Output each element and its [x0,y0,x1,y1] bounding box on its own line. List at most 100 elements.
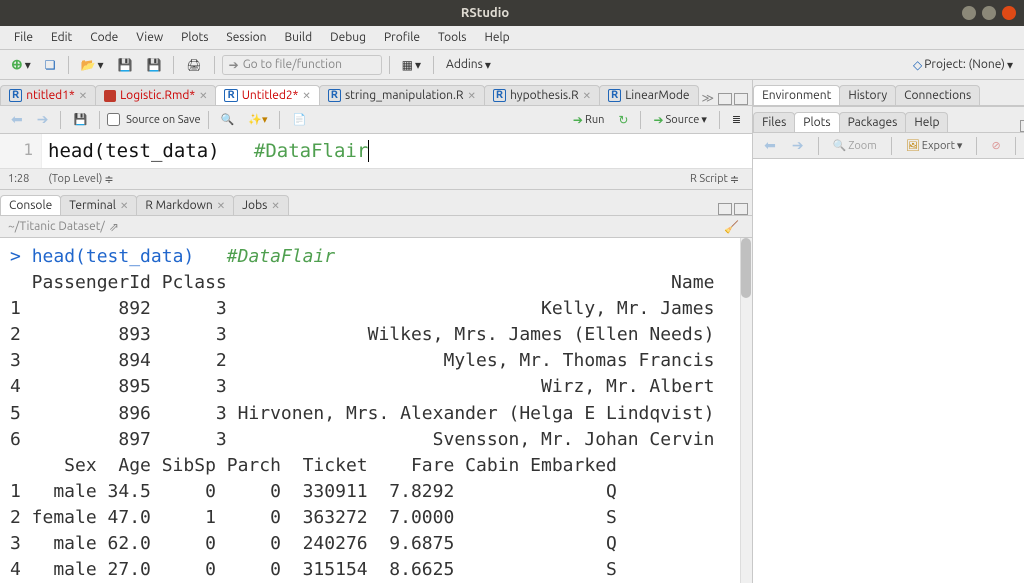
close-icon[interactable]: ✕ [302,90,310,102]
addins-button[interactable]: Addins ▾ [441,55,496,75]
code-editor[interactable]: 1 head(test_data) #DataFlair [0,134,752,168]
menu-plots[interactable]: Plots [173,29,216,46]
save-button[interactable]: 💾 [113,55,138,75]
tab-files[interactable]: Files [753,112,795,132]
print-button[interactable]: 🖨 [181,55,206,75]
minimize-pane-icon[interactable] [718,203,732,215]
run-arrow-icon: ➔ [573,113,583,127]
project-icon: ◇ [913,58,922,72]
open-file-button[interactable]: 📂▾ [76,55,109,75]
close-icon[interactable]: ✕ [199,90,207,102]
code-text: head(test_data) [48,140,220,162]
source-on-save-checkbox[interactable] [107,113,120,126]
menu-help[interactable]: Help [476,29,517,46]
tab-untitled1[interactable]: Rntitled1*✕ [0,85,96,105]
close-icon[interactable]: ✕ [217,200,225,212]
goto-file-input[interactable]: ➔Go to file/function [222,55,382,75]
tab-linear-model[interactable]: RLinearMode [599,85,699,105]
menu-session[interactable]: Session [218,29,274,46]
console-output[interactable]: > head(test_data) #DataFlair PassengerId… [0,238,752,583]
menu-profile[interactable]: Profile [376,29,428,46]
menu-code[interactable]: Code [82,29,126,46]
close-icon[interactable]: ✕ [467,90,475,102]
run-button[interactable]: ➔Run [568,110,609,130]
scroll-thumb[interactable] [741,238,751,298]
tab-logistic-rmd[interactable]: Logistic.Rmd*✕ [95,85,216,105]
plot-next-button[interactable]: ➔ [787,134,809,157]
loop-icon: ↻ [618,113,628,127]
tab-plots[interactable]: Plots [794,112,839,132]
back-button[interactable]: ⬅ [6,108,28,131]
compile-report-button[interactable]: 📄 [287,110,311,129]
output-row: 1 male 34.5 0 0 330911 7.8292 Q [10,481,617,502]
remove-plot-button[interactable]: ⊘ [986,136,1005,155]
menubar: File Edit Code View Plots Session Build … [0,26,1024,50]
close-icon[interactable]: ✕ [79,90,87,102]
output-row: 2 893 3 Wilkes, Mrs. James (Ellen Needs) [10,324,714,345]
project-menu[interactable]: ◇ Project: (None) ▾ [908,55,1018,75]
find-button[interactable]: 🔍 [216,110,240,129]
output-row: 6 897 3 Svensson, Mr. Johan Cervin [10,429,714,450]
tab-connections[interactable]: Connections [895,85,980,105]
window-title: RStudio [8,6,962,20]
close-icon[interactable]: ✕ [583,90,591,102]
source-save-button[interactable]: 💾 [68,110,92,129]
wand-button[interactable]: ✨▾ [243,110,272,129]
menu-edit[interactable]: Edit [43,29,80,46]
output-row: 5 896 3 Hirvonen, Mrs. Alexander (Helga … [10,403,714,424]
minimize-pane-icon[interactable] [718,93,732,105]
tab-terminal[interactable]: Terminal✕ [60,195,137,215]
cursor-position: 1:28 [8,173,29,185]
minimize-button[interactable] [962,6,976,20]
menu-debug[interactable]: Debug [322,29,374,46]
source-on-save-label: Source on Save [126,114,200,126]
gutter: 1 [0,134,42,168]
close-icon[interactable]: ✕ [271,200,279,212]
clear-console-button[interactable]: 🧹 [719,217,744,237]
maximize-button[interactable] [982,6,996,20]
minimize-pane-icon[interactable] [1020,120,1024,132]
menu-view[interactable]: View [128,29,171,46]
grid-button[interactable]: ▦▾ [397,55,426,75]
tab-help[interactable]: Help [905,112,948,132]
tab-string-manipulation[interactable]: Rstring_manipulation.R✕ [319,85,485,105]
menu-build[interactable]: Build [277,29,321,46]
rerun-button[interactable]: ↻ [613,110,633,130]
outline-button[interactable]: ≣ [727,110,746,129]
working-directory[interactable]: ~/Titanic Dataset/ [8,220,105,233]
close-icon[interactable]: ✕ [120,200,128,212]
menu-tools[interactable]: Tools [430,29,475,46]
tab-untitled2[interactable]: RUntitled2*✕ [215,85,319,105]
tab-rmarkdown[interactable]: R Markdown✕ [136,195,234,215]
menu-file[interactable]: File [6,29,41,46]
output-row: 1 892 3 Kelly, Mr. James [10,298,714,319]
maximize-pane-icon[interactable] [734,203,748,215]
tab-jobs[interactable]: Jobs✕ [233,195,289,215]
export-button[interactable]: 🖼 Export ▾ [901,136,968,155]
source-toolbar: ⬅ ➔ 💾 Source on Save 🔍 ✨▾ 📄 ➔Run ↻ ➔Sour… [0,106,752,134]
wd-dropdown-icon[interactable]: ⇗ [109,220,119,234]
console-scrollbar[interactable] [740,238,752,583]
tab-console[interactable]: Console [0,195,61,215]
maximize-pane-icon[interactable] [734,93,748,105]
new-file-button[interactable]: ⊕▾ [6,53,36,76]
new-project-button[interactable]: ❏ [40,55,61,75]
tab-history[interactable]: History [839,85,896,105]
tab-overflow-icon[interactable]: ≫ [698,91,719,105]
save-all-button[interactable]: 💾 [141,55,166,75]
project-cube-icon: ❏ [45,58,56,72]
plot-prev-button[interactable]: ⬅ [759,134,781,157]
source-statusbar: 1:28 (Top Level) ≑ R Script ≑ [0,168,752,190]
tab-packages[interactable]: Packages [839,112,907,132]
scope-selector[interactable]: (Top Level) ≑ [43,170,118,189]
language-selector[interactable]: R Script ≑ [685,170,744,189]
r-file-icon: R [328,89,341,102]
tab-hypothesis[interactable]: Rhypothesis.R✕ [484,85,600,105]
forward-button[interactable]: ➔ [32,108,54,131]
source-dropdown-button[interactable]: ➔Source ▾ [648,110,711,130]
zoom-button[interactable]: 🔍 Zoom [828,136,882,155]
output-row: 3 male 62.0 0 0 240276 9.6875 Q [10,533,617,554]
delete-icon: ⊘ [991,139,1000,152]
close-button[interactable] [1002,6,1016,20]
tab-environment[interactable]: Environment [753,85,840,105]
